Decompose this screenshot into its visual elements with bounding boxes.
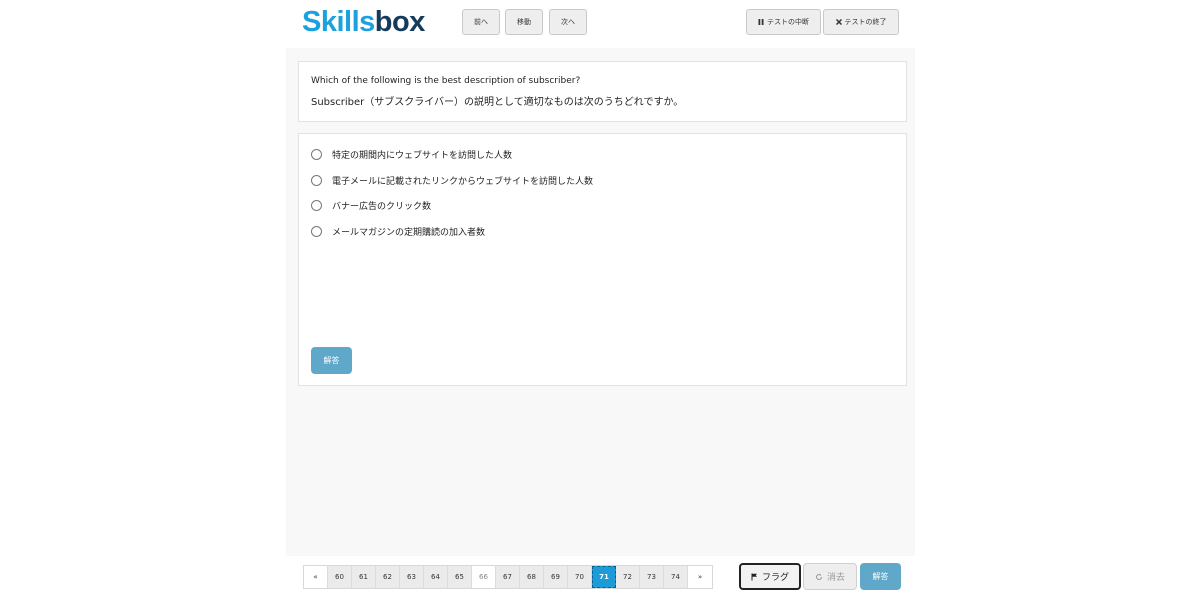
pager-page-74[interactable]: 74 bbox=[664, 566, 688, 588]
option-1[interactable]: 特定の期間内にウェブサイトを訪問した人数 bbox=[311, 148, 512, 161]
option-2[interactable]: 電子メールに記載されたリンクからウェブサイトを訪問した人数 bbox=[311, 174, 593, 187]
logo-box-text: box bbox=[374, 6, 426, 38]
clear-label: 消去 bbox=[826, 573, 845, 583]
pager-page-67[interactable]: 67 bbox=[496, 566, 520, 588]
pager-page-69[interactable]: 69 bbox=[544, 566, 568, 588]
pager-page-72[interactable]: 72 bbox=[616, 566, 640, 588]
answer-button-label: 解答 bbox=[323, 356, 340, 365]
option-1-radio[interactable] bbox=[311, 149, 322, 160]
question-text-japanese: Subscriber（サブスクライバー）の説明として適切なものは次のうちどれです… bbox=[311, 97, 684, 108]
pager-page-71[interactable]: 71 bbox=[592, 566, 616, 588]
pause-icon bbox=[758, 19, 764, 25]
move-label: 移動 bbox=[517, 18, 531, 26]
option-1-label: 特定の期間内にウェブサイトを訪問した人数 bbox=[332, 151, 513, 161]
flag-label: フラグ bbox=[761, 573, 789, 583]
answer-button[interactable]: 解答 bbox=[311, 347, 352, 374]
pager-next[interactable]: » bbox=[688, 566, 712, 588]
option-4-label: メールマガジンの定期購読の加入者数 bbox=[332, 228, 486, 238]
pager-page-64[interactable]: 64 bbox=[424, 566, 448, 588]
pager-page-66[interactable]: 66 bbox=[472, 566, 496, 588]
pager-page-62[interactable]: 62 bbox=[376, 566, 400, 588]
option-2-radio[interactable] bbox=[311, 175, 322, 186]
question-pager: « 60 61 62 63 64 65 66 67 68 69 70 71 72 73 74» bbox=[303, 565, 713, 589]
option-3[interactable]: バナー広告のクリック数 bbox=[311, 199, 431, 212]
end-test-label: テストの終了 bbox=[844, 18, 887, 26]
app-container: Skillsbox 前へ 移動 次へ テストの中断 テストの終了 Which o… bbox=[286, 0, 915, 600]
clear-button[interactable]: 消去 bbox=[803, 563, 857, 590]
pager-page-60[interactable]: 60 bbox=[328, 566, 352, 588]
option-2-label: 電子メールに記載されたリンクからウェブサイトを訪問した人数 bbox=[332, 177, 594, 187]
skillsbox-logo: Skillsbox bbox=[302, 6, 425, 38]
option-3-label: バナー広告のクリック数 bbox=[332, 202, 432, 212]
close-icon bbox=[835, 19, 842, 25]
question-text-english: Which of the following is the best descr… bbox=[311, 76, 581, 86]
next-label: 次へ bbox=[561, 18, 575, 26]
option-4-radio[interactable] bbox=[311, 226, 322, 237]
option-3-radio[interactable] bbox=[311, 200, 322, 211]
header-bar: Skillsbox 前へ 移動 次へ テストの中断 テストの終了 bbox=[286, 0, 915, 48]
pager-page-61[interactable]: 61 bbox=[352, 566, 376, 588]
pager-prev[interactable]: « bbox=[304, 566, 328, 588]
footer-bar: « 60 61 62 63 64 65 66 67 68 69 70 71 72 73 74» フラグ 消去… bbox=[286, 556, 915, 600]
pager-page-68[interactable]: 68 bbox=[520, 566, 544, 588]
move-button[interactable]: 移動 bbox=[505, 9, 543, 35]
end-test-button[interactable]: テストの終了 bbox=[823, 9, 899, 35]
prev-button[interactable]: 前へ bbox=[462, 9, 500, 35]
refresh-icon bbox=[815, 573, 823, 581]
pager-page-70[interactable]: 70 bbox=[568, 566, 592, 588]
pager-page-65[interactable]: 65 bbox=[448, 566, 472, 588]
pause-test-label: テストの中断 bbox=[767, 18, 809, 26]
submit-label: 解答 bbox=[872, 572, 889, 581]
flag-button[interactable]: フラグ bbox=[739, 563, 801, 590]
next-button[interactable]: 次へ bbox=[549, 9, 587, 35]
prev-label: 前へ bbox=[474, 18, 488, 26]
flag-icon bbox=[751, 573, 758, 581]
logo-skills-text: Skills bbox=[302, 6, 375, 38]
pager-page-73[interactable]: 73 bbox=[640, 566, 664, 588]
question-panel: Which of the following is the best descr… bbox=[298, 61, 907, 122]
pause-test-button[interactable]: テストの中断 bbox=[746, 9, 821, 35]
answers-panel: 特定の期間内にウェブサイトを訪問した人数 電子メールに記載されたリンクからウェブ… bbox=[298, 133, 907, 386]
submit-button[interactable]: 解答 bbox=[860, 563, 901, 590]
pager-page-63[interactable]: 63 bbox=[400, 566, 424, 588]
option-4[interactable]: メールマガジンの定期購読の加入者数 bbox=[311, 225, 485, 238]
